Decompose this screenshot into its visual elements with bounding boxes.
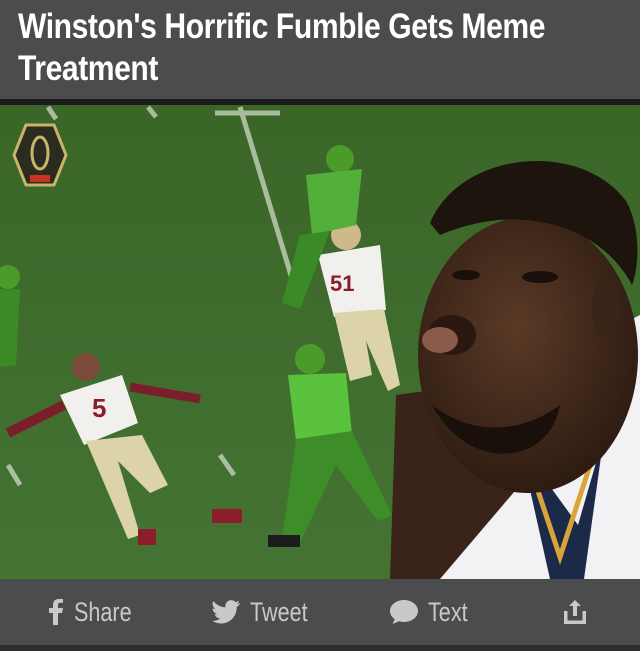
- tweet-button[interactable]: Tweet: [212, 579, 322, 645]
- text-label: Text: [428, 597, 468, 627]
- share-button[interactable]: Share: [48, 579, 146, 645]
- jersey-number-5: 5: [92, 393, 106, 423]
- upload-icon: [562, 599, 588, 625]
- meme-photo: 5 51: [0, 105, 640, 579]
- share-bar: Share Tweet Text: [0, 579, 640, 645]
- share-label: Share: [74, 597, 132, 627]
- speech-bubble-icon: [390, 600, 418, 624]
- article-header: Winston's Horrific Fumble Gets Meme Trea…: [0, 0, 640, 99]
- playoff-logo: [12, 123, 68, 187]
- bottom-strip: [0, 645, 640, 651]
- headline: Winston's Horrific Fumble Gets Meme Trea…: [18, 7, 546, 88]
- text-button[interactable]: Text: [390, 579, 478, 645]
- tweet-label: Tweet: [250, 597, 308, 627]
- jersey-number-51: 51: [330, 271, 354, 296]
- twitter-bird-icon: [212, 600, 240, 624]
- export-button[interactable]: [562, 579, 588, 645]
- facebook-f-icon: [48, 599, 64, 625]
- article-image[interactable]: 5 51: [0, 105, 640, 579]
